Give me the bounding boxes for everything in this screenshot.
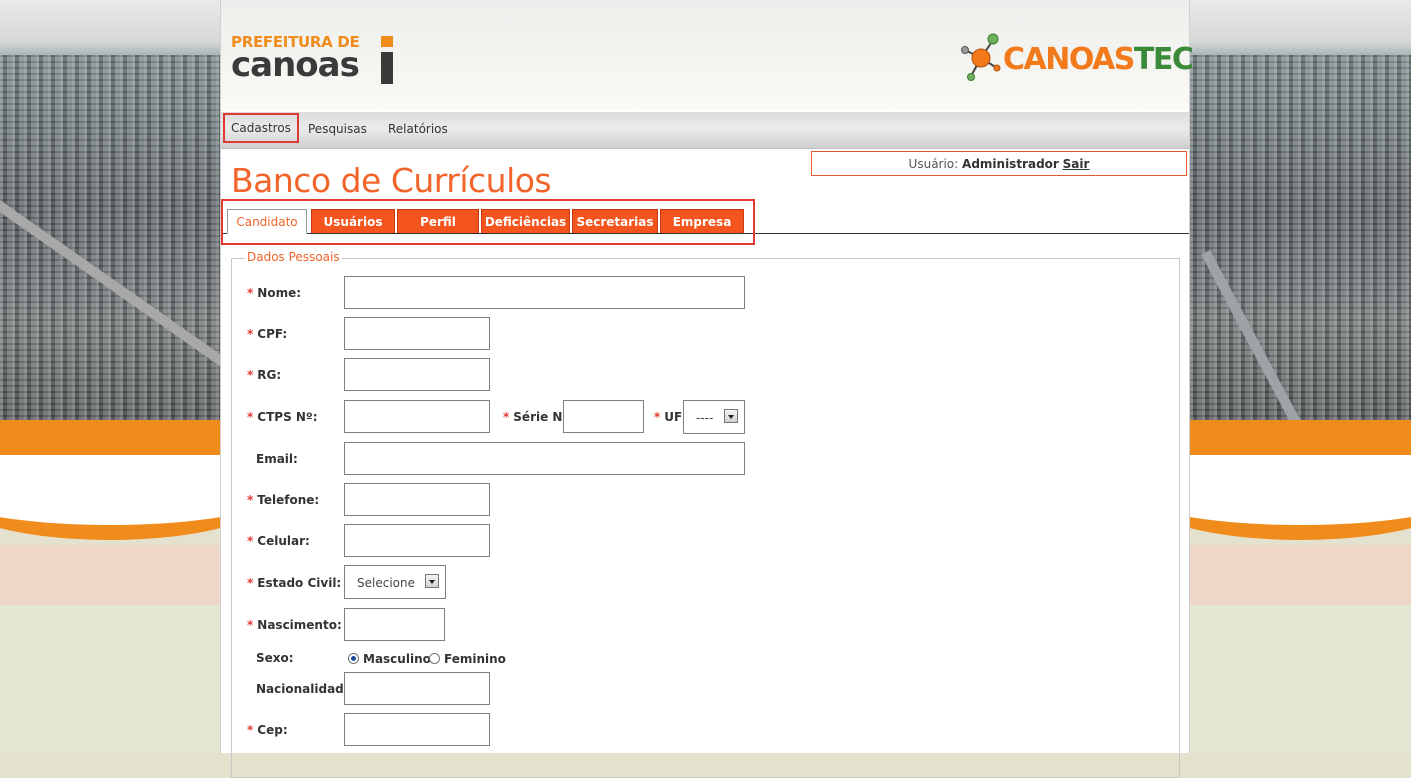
telefone-label: * Telefone: xyxy=(247,493,320,507)
menu-item-relatorios[interactable]: Relatórios xyxy=(388,122,448,136)
main-menu: Cadastros Pesquisas Relatórios xyxy=(221,112,1189,149)
estado-civil-label: * Estado Civil: xyxy=(247,576,342,590)
sexo-feminino-radio[interactable]: Feminino xyxy=(429,652,506,666)
canoastec-logo: CANOASTEC xyxy=(959,30,1194,86)
sexo-label: Sexo: xyxy=(256,651,294,665)
cep-input[interactable] xyxy=(344,713,490,746)
email-label: Email: xyxy=(256,452,298,466)
user-name: Administrador xyxy=(962,157,1059,171)
fieldset-legend: Dados Pessoais xyxy=(245,250,342,264)
estado-civil-select[interactable]: Selecione xyxy=(344,565,446,599)
header: PREFEITURA DE canoas CANOASTEC xyxy=(221,0,1194,110)
background-city-right xyxy=(1190,0,1411,753)
rg-input[interactable] xyxy=(344,358,490,391)
rg-label: * RG: xyxy=(247,368,282,382)
page-container: PREFEITURA DE canoas CANOASTEC Cadastros… xyxy=(220,0,1194,778)
background-city-left xyxy=(0,0,220,753)
cep-label: * Cep: xyxy=(247,723,288,737)
nome-input[interactable] xyxy=(344,276,745,309)
telefone-input[interactable] xyxy=(344,483,490,516)
celular-input[interactable] xyxy=(344,524,490,557)
nacionalidade-label: Nacionalidade: xyxy=(256,682,357,696)
ctps-input[interactable] xyxy=(344,400,490,433)
page-title: Banco de Currículos xyxy=(231,161,552,200)
menu-item-cadastros[interactable]: Cadastros xyxy=(223,113,299,143)
uf-label: * UF: xyxy=(654,410,687,424)
chevron-down-icon xyxy=(724,409,738,423)
prefeitura-canoas-logo: PREFEITURA DE canoas xyxy=(231,34,401,90)
chevron-down-icon xyxy=(425,574,439,588)
nome-label: * Nome: xyxy=(247,286,302,300)
cpf-input[interactable] xyxy=(344,317,490,350)
user-info-box: Usuário: Administrador Sair xyxy=(811,151,1187,176)
sexo-masculino-radio[interactable]: Masculino xyxy=(348,652,431,666)
nacionalidade-input[interactable] xyxy=(344,672,490,705)
tabs-highlight xyxy=(221,199,755,245)
celular-label: * Celular: xyxy=(247,534,310,548)
logout-link[interactable]: Sair xyxy=(1063,157,1090,171)
nascimento-input[interactable] xyxy=(344,608,445,641)
radio-unchecked-icon xyxy=(429,653,440,664)
radio-checked-icon xyxy=(348,653,359,664)
menu-item-pesquisas[interactable]: Pesquisas xyxy=(308,122,367,136)
email-input[interactable] xyxy=(344,442,745,475)
nascimento-label: * Nascimento: xyxy=(247,618,342,632)
uf-select[interactable]: ---- xyxy=(683,400,745,434)
cpf-label: * CPF: xyxy=(247,327,288,341)
serie-input[interactable] xyxy=(563,400,644,433)
ctps-label: * CTPS Nº: xyxy=(247,410,318,424)
